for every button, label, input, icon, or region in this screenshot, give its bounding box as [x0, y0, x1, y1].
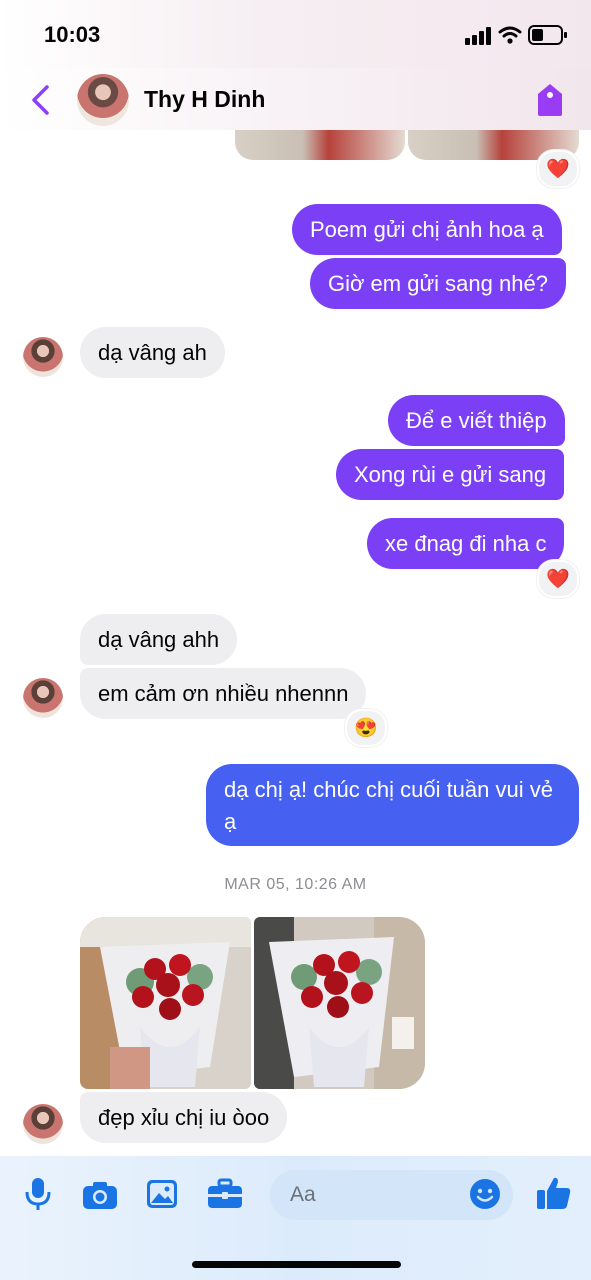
message-bubble-incoming[interactable]: em cảm ơn nhiều nhennn — [80, 668, 367, 719]
message-input-placeholder: Aa — [290, 1183, 316, 1206]
message-bubble-outgoing[interactable]: xe đnag đi nha c — [367, 518, 565, 569]
cellular-signal-icon — [465, 27, 491, 45]
message-timestamp: MAR 05, 10:26 AM — [224, 876, 367, 893]
battery-icon — [528, 25, 567, 45]
gallery-icon[interactable] — [146, 1179, 178, 1209]
contact-avatar-small[interactable] — [23, 1104, 63, 1144]
message-bubble-outgoing[interactable]: Giờ em gửi sang nhé? — [310, 258, 566, 309]
bouquet-photo-1[interactable] — [80, 917, 251, 1089]
message-bubble-outgoing[interactable]: dạ chị ạ! chúc chị cuối tuần vui vẻ ạ — [206, 764, 579, 846]
thumbs-up-icon[interactable] — [536, 1175, 572, 1211]
microphone-icon[interactable] — [24, 1176, 52, 1212]
message-bubble-outgoing[interactable]: Poem gửi chị ảnh hoa ạ — [292, 204, 562, 255]
heart-reaction[interactable]: ❤️ — [537, 150, 579, 188]
emoji-icon[interactable] — [469, 1178, 501, 1210]
message-bubble-incoming[interactable]: đẹp xỉu chị iu òoo — [80, 1092, 288, 1143]
contact-avatar-small[interactable] — [23, 337, 63, 377]
toolbox-icon[interactable] — [207, 1178, 243, 1210]
previous-photo-1[interactable] — [235, 130, 405, 160]
heart-eyes-reaction[interactable]: 😍 — [345, 709, 387, 747]
bouquet-photo-2[interactable] — [254, 917, 425, 1089]
message-bubble-outgoing[interactable]: Xong rùi e gửi sang — [336, 449, 565, 500]
contact-name[interactable]: Thy H Dinh — [144, 86, 265, 113]
message-bubble-outgoing[interactable]: Để e viết thiệp — [388, 395, 565, 446]
contact-avatar[interactable] — [77, 74, 129, 126]
camera-icon[interactable] — [82, 1180, 118, 1210]
wifi-icon — [498, 26, 522, 44]
message-bubble-incoming[interactable]: dạ vâng ahh — [80, 614, 238, 665]
heart-reaction[interactable]: ❤️ — [537, 560, 579, 598]
status-time: 10:03 — [44, 22, 101, 47]
tag-icon[interactable] — [534, 82, 566, 118]
home-indicator — [192, 1261, 401, 1268]
contact-avatar-small[interactable] — [23, 678, 63, 718]
back-chevron-icon[interactable] — [28, 84, 54, 116]
message-bubble-incoming[interactable]: dạ vâng ah — [80, 327, 225, 378]
